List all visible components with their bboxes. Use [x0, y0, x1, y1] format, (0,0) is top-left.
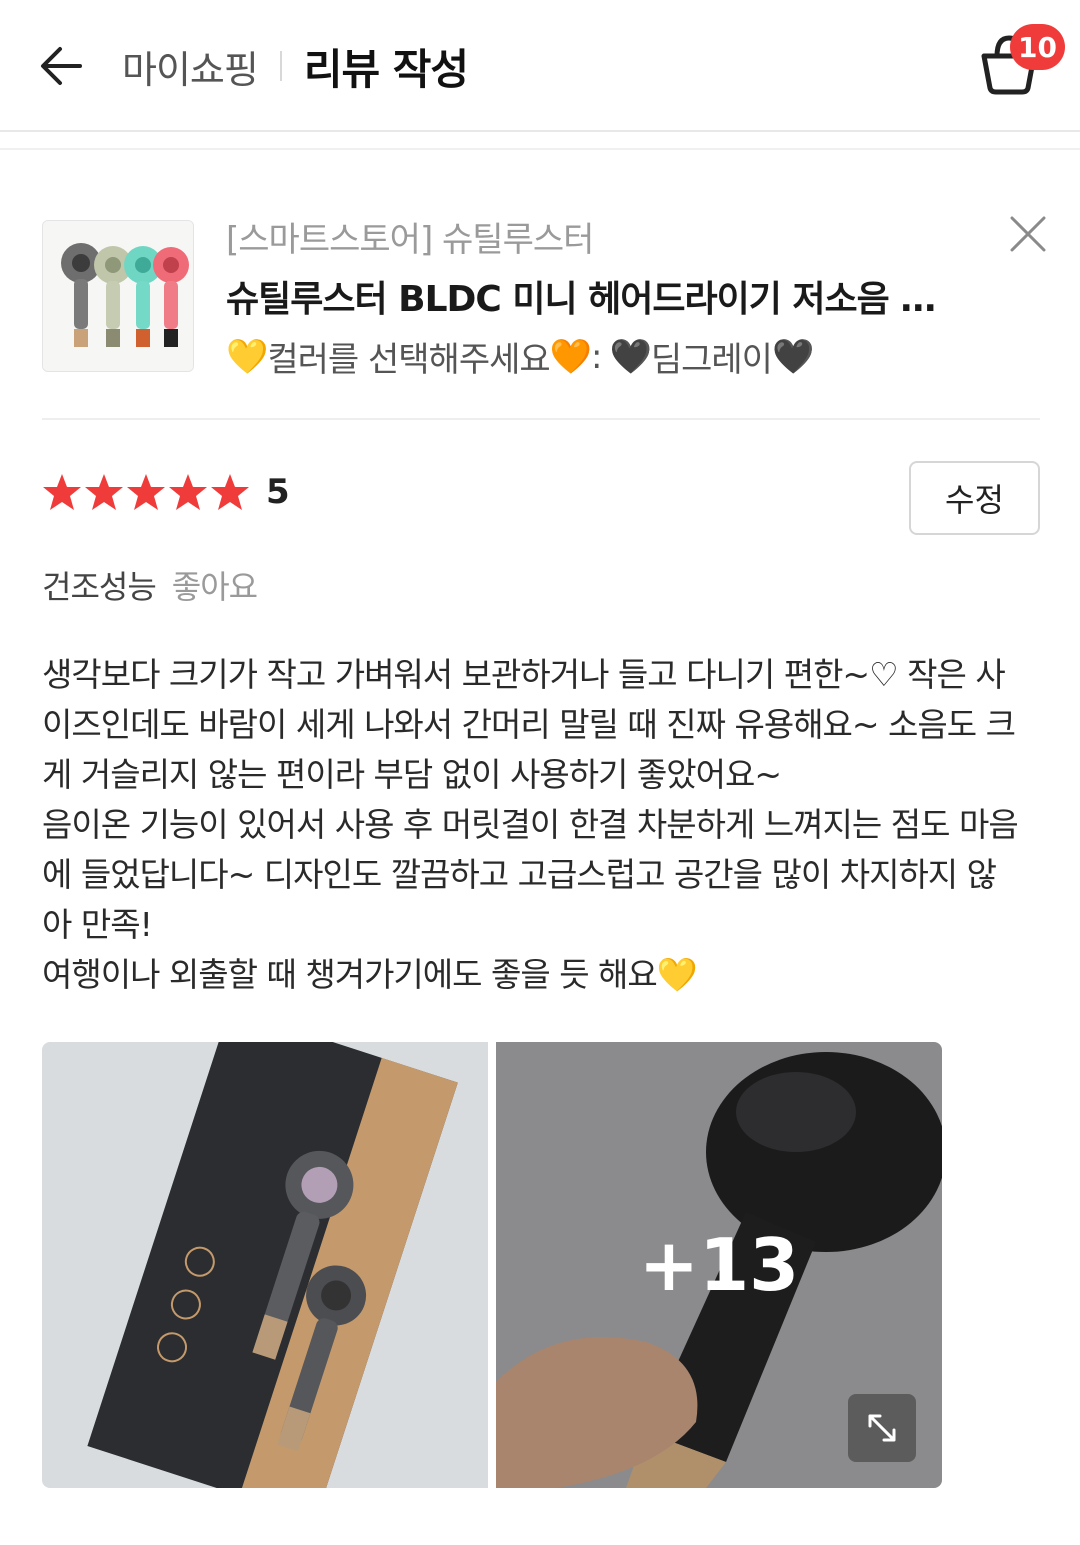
product-box-photo	[42, 1042, 488, 1488]
star-icon	[43, 474, 81, 510]
expand-icon	[868, 1414, 896, 1442]
close-icon[interactable]	[1008, 214, 1048, 254]
option-value: 딤그레이	[650, 340, 773, 380]
back-arrow-icon[interactable]	[36, 40, 88, 92]
title-breadcrumb: 마이쇼핑 리뷰 작성	[122, 36, 469, 96]
attribute-label: 건조성능	[42, 568, 157, 606]
review-line: 생각보다 크기가 작고 가벼워서 보관하거나 들고 다니기 편한~♡ 작은 사	[42, 655, 1006, 694]
star-icon	[127, 474, 165, 510]
breadcrumb-my-shopping[interactable]: 마이쇼핑	[122, 39, 259, 94]
review-line: 게 거슬리지 않는 편이라 부담 없이 사용하기 좋았어요~	[42, 755, 782, 794]
option-emoji-black-left: 🖤	[609, 336, 651, 377]
section-divider	[0, 148, 1080, 150]
page-title: 리뷰 작성	[303, 44, 469, 94]
review-photo-1[interactable]	[42, 1042, 488, 1488]
product-option: 💛 컬러를 선택해주세요 🧡 : 🖤 딤그레이 🖤	[226, 332, 814, 381]
option-separator: :	[591, 336, 603, 377]
rating-value: 5	[266, 472, 290, 512]
edit-review-button[interactable]: 수정	[909, 461, 1040, 535]
review-line: 음이온 기능이 있어서 사용 후 머릿결이 한결 차분하게 느껴지는 점도 마음	[42, 805, 1019, 844]
review-line: 여행이나 외출할 때 챙겨가기에도 좋을 듯 해요💛	[42, 955, 698, 994]
star-icon	[85, 474, 123, 510]
option-label: 컬러를 선택해주세요	[267, 340, 550, 380]
review-body: 생각보다 크기가 작고 가벼워서 보관하거나 들고 다니기 편한~♡ 작은 사 …	[42, 650, 1042, 1000]
product-divider	[42, 418, 1040, 420]
breadcrumb-divider	[279, 51, 282, 81]
store-name: [스마트스토어] 슈틸루스터	[226, 220, 594, 260]
attribute-rating: 건조성능 좋아요	[42, 562, 258, 608]
cart-count-badge: 10	[1010, 24, 1065, 70]
product-name[interactable]: 슈틸루스터 BLDC 미니 헤어드라이기 저소음 무선 음이온 드라이어	[226, 270, 966, 322]
attribute-value: 좋아요	[171, 568, 258, 606]
star-icon	[169, 474, 207, 510]
product-thumbnail[interactable]	[42, 220, 194, 372]
star-icon	[211, 474, 249, 510]
review-photo-2[interactable]: +13	[496, 1042, 942, 1488]
option-emoji-left: 💛	[226, 336, 268, 377]
top-header: 마이쇼핑 리뷰 작성 10	[0, 0, 1080, 132]
option-emoji-black-right: 🖤	[771, 336, 814, 377]
hair-dryer-product-image	[43, 221, 193, 371]
option-emoji-right: 🧡	[549, 336, 592, 377]
review-line: 에 들었답니다~ 디자인도 깔끔하고 고급스럽고 공간을 많이 차지하지 않	[42, 855, 997, 894]
expand-photo-button[interactable]	[848, 1394, 916, 1462]
review-line: 아 만족!	[42, 905, 153, 944]
star-rating: 5	[42, 472, 290, 512]
review-line: 이즈인데도 바람이 세게 나와서 간머리 말릴 때 진짜 유용해요~ 소음도 크	[42, 705, 1016, 744]
